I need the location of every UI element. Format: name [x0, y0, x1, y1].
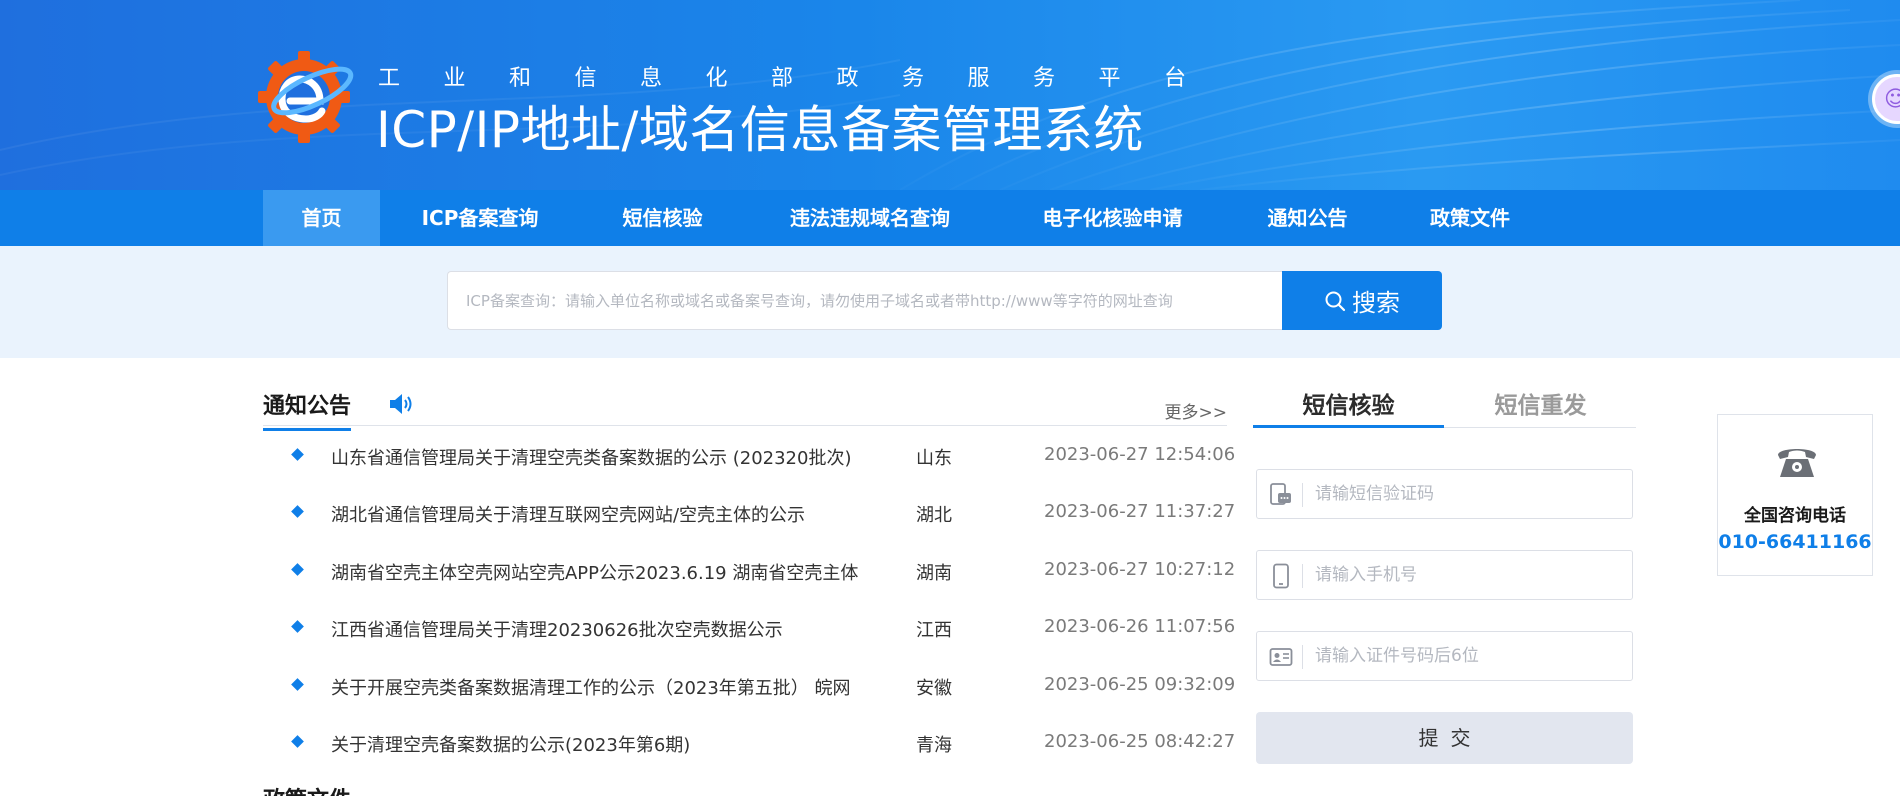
notice-province: 江西	[916, 620, 952, 641]
notice-time: 2023-06-27 10:27:12	[1044, 559, 1236, 580]
bullet-icon	[291, 735, 304, 748]
notice-row[interactable]: 关于清理空壳备案数据的公示(2023年第6期) 青海 2023-06-25 08…	[263, 727, 1235, 759]
sms-code-field	[1256, 469, 1633, 519]
notice-row[interactable]: 关于开展空壳类备案数据清理工作的公示（2023年第五批） 皖网 安徽 2023-…	[263, 670, 1235, 702]
mobile-input[interactable]	[1315, 551, 1615, 599]
field-divider	[1302, 645, 1303, 669]
bullet-icon	[291, 505, 304, 518]
notice-title-link[interactable]: 关于开展空壳类备案数据清理工作的公示（2023年第五批） 皖网	[331, 674, 851, 700]
mobile-field	[1256, 550, 1633, 600]
system-title: ICP/IP地址/域名信息备案管理系统	[376, 101, 1144, 159]
sms-code-icon	[1270, 483, 1291, 505]
notice-time: 2023-06-25 09:32:09	[1044, 674, 1236, 695]
hotline-number: 010-66411166	[1718, 531, 1872, 553]
header-banner: 工业和信息化部政务服务平台 ICP/IP地址/域名信息备案管理系统 ☺	[0, 0, 1900, 190]
more-link[interactable]: 更多>>	[1165, 398, 1228, 423]
sms-code-input[interactable]	[1315, 470, 1615, 518]
notice-row[interactable]: 湖北省通信管理局关于清理互联网空壳网站/空壳主体的公示 湖北 2023-06-2…	[263, 497, 1235, 529]
bullet-icon	[291, 620, 304, 633]
notice-title-link[interactable]: 关于清理空壳备案数据的公示(2023年第6期)	[331, 731, 690, 757]
policy-section-title-text: 政策文件	[263, 782, 383, 796]
notice-title-link[interactable]: 湖南省空壳主体空壳网站空壳APP公示2023.6.19 湖南省空壳主体	[331, 559, 858, 585]
tab-sms-verify[interactable]: 短信核验	[1253, 386, 1444, 428]
gear-e-logo-icon	[258, 51, 354, 143]
notice-section-title: 通知公告	[263, 388, 352, 431]
policy-section-title: 政策文件	[263, 782, 383, 796]
hotline-label: 全国咨询电话	[1744, 506, 1846, 526]
nav-item-notices[interactable]: 通知公告	[1250, 190, 1365, 246]
id-number-field	[1256, 631, 1633, 681]
notice-time: 2023-06-27 11:37:27	[1044, 501, 1236, 522]
notice-province: 安徽	[916, 678, 952, 699]
notice-row[interactable]: 江西省通信管理局关于清理20230626批次空壳数据公示 江西 2023-06-…	[263, 612, 1235, 644]
bullet-icon	[291, 448, 304, 461]
notice-header: 通知公告 更多>>	[263, 388, 1228, 431]
nav-item-policy[interactable]: 政策文件	[1410, 190, 1530, 246]
notice-province: 山东	[916, 448, 952, 469]
telephone-icon	[1778, 449, 1816, 477]
nav-item-sms-verify[interactable]: 短信核验	[600, 190, 725, 246]
notice-province: 湖北	[916, 505, 952, 526]
notice-title-link[interactable]: 山东省通信管理局关于清理空壳类备案数据的公示 (202320批次)	[331, 444, 851, 470]
bullet-icon	[291, 563, 304, 576]
nav-item-e-verify[interactable]: 电子化核验申请	[1020, 190, 1205, 246]
notice-title-link[interactable]: 江西省通信管理局关于清理20230626批次空壳数据公示	[331, 616, 783, 642]
nav-item-illegal-domain[interactable]: 违法违规域名查询	[770, 190, 970, 246]
hotline-card: 全国咨询电话 010-66411166	[1717, 414, 1873, 576]
search-button-label: 搜索	[1352, 289, 1400, 317]
notice-time: 2023-06-26 11:07:56	[1044, 616, 1236, 637]
search-button[interactable]: 搜索	[1282, 271, 1442, 330]
speaker-icon	[390, 394, 412, 414]
notice-row[interactable]: 湖南省空壳主体空壳网站空壳APP公示2023.6.19 湖南省空壳主体 湖南 2…	[263, 555, 1235, 587]
search-area: 搜索	[0, 246, 1900, 358]
notice-row[interactable]: 山东省通信管理局关于清理空壳类备案数据的公示 (202320批次) 山东 202…	[263, 440, 1235, 472]
field-divider	[1302, 483, 1303, 507]
nav-item-icp-query[interactable]: ICP备案查询	[380, 190, 580, 246]
submit-button[interactable]: 提交	[1256, 712, 1633, 764]
bullet-icon	[291, 678, 304, 691]
search-input[interactable]	[447, 271, 1282, 330]
notice-time: 2023-06-27 12:54:06	[1044, 444, 1236, 465]
tab-sms-resend[interactable]: 短信重发	[1445, 386, 1636, 428]
field-divider	[1302, 564, 1303, 588]
notice-province: 湖南	[916, 563, 952, 584]
search-icon	[1325, 291, 1346, 311]
notice-title-link[interactable]: 湖北省通信管理局关于清理互联网空壳网站/空壳主体的公示	[331, 501, 805, 527]
mobile-phone-icon	[1273, 563, 1289, 589]
id-card-icon	[1269, 648, 1293, 666]
notice-province: 青海	[916, 735, 952, 756]
main-nav: 首页 ICP备案查询 短信核验 违法违规域名查询 电子化核验申请 通知公告 政策…	[0, 190, 1900, 246]
notice-time: 2023-06-25 08:42:27	[1044, 731, 1236, 752]
id-number-input[interactable]	[1315, 632, 1615, 680]
nav-item-home[interactable]: 首页	[263, 190, 380, 246]
platform-subtitle: 工业和信息化部政务服务平台	[378, 66, 1230, 91]
sms-tabs: 短信核验 短信重发	[1253, 386, 1636, 428]
